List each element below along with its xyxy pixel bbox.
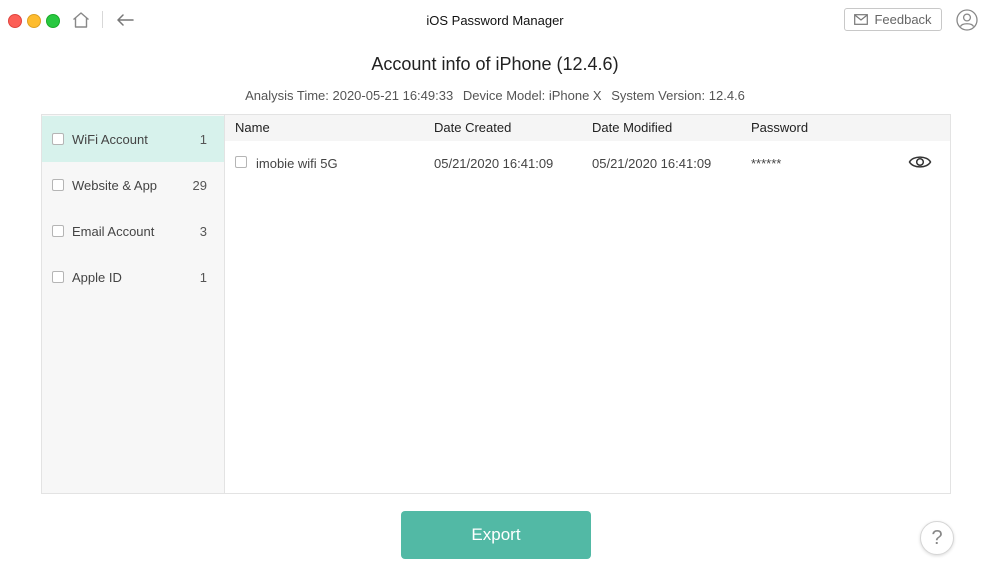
sidebar-item-label: Apple ID (72, 269, 122, 285)
row-date-modified: 05/21/2020 16:41:09 (592, 156, 712, 171)
help-button[interactable]: ? (920, 521, 954, 555)
row-password: ****** (751, 156, 782, 171)
sidebar-item-wifi-account[interactable]: WiFi Account 1 (42, 116, 224, 162)
column-header-name[interactable]: Name (235, 120, 270, 135)
feedback-label: Feedback (874, 12, 932, 27)
eye-icon[interactable] (908, 153, 932, 171)
analysis-time: Analysis Time: 2020-05-21 16:49:33 (245, 88, 454, 103)
column-header-password[interactable]: Password (751, 120, 808, 135)
sidebar-item-website-app[interactable]: Website & App 29 (42, 162, 224, 208)
accounts-panel: WiFi Account 1 Website & App 29 Email Ac… (41, 114, 951, 494)
email-account-checkbox[interactable] (52, 225, 64, 237)
apple-id-checkbox[interactable] (52, 271, 64, 283)
category-sidebar: WiFi Account 1 Website & App 29 Email Ac… (42, 115, 225, 493)
column-header-date-created[interactable]: Date Created (434, 120, 511, 135)
user-icon[interactable] (956, 9, 978, 31)
website-app-checkbox[interactable] (52, 179, 64, 191)
feedback-button[interactable]: Feedback (844, 8, 942, 31)
window-title: iOS Password Manager (426, 13, 564, 28)
table-row[interactable]: imobie wifi 5G 05/21/2020 16:41:09 05/21… (225, 149, 950, 175)
mail-icon (854, 14, 869, 25)
sidebar-item-count: 29 (192, 177, 207, 193)
sidebar-item-label: Website & App (72, 177, 158, 193)
page-title: Account info of iPhone (12.4.6) (371, 54, 619, 74)
sidebar-item-count: 1 (199, 131, 207, 147)
wifi-account-checkbox[interactable] (52, 133, 64, 145)
sidebar-item-label: WiFi Account (72, 131, 148, 147)
device-model: Device Model: iPhone X (462, 88, 602, 103)
column-header-date-modified[interactable]: Date Modified (592, 120, 672, 135)
analysis-info: Analysis Time: 2020-05-21 16:49:33 Devic… (0, 88, 990, 103)
row-checkbox[interactable] (235, 156, 247, 168)
sidebar-item-email-account[interactable]: Email Account 3 (42, 208, 224, 254)
export-button[interactable]: Export (401, 511, 591, 559)
sidebar-item-count: 1 (199, 269, 207, 285)
table-header: Name Date Created Date Modified Password (225, 115, 950, 141)
sidebar-item-apple-id[interactable]: Apple ID 1 (42, 254, 224, 300)
row-name: imobie wifi 5G (256, 156, 338, 171)
sidebar-item-label: Email Account (72, 223, 155, 239)
sidebar-item-count: 3 (199, 223, 207, 239)
row-date-created: 05/21/2020 16:41:09 (434, 156, 554, 171)
system-version: System Version: 12.4.6 (611, 88, 745, 103)
help-icon: ? (931, 526, 943, 549)
